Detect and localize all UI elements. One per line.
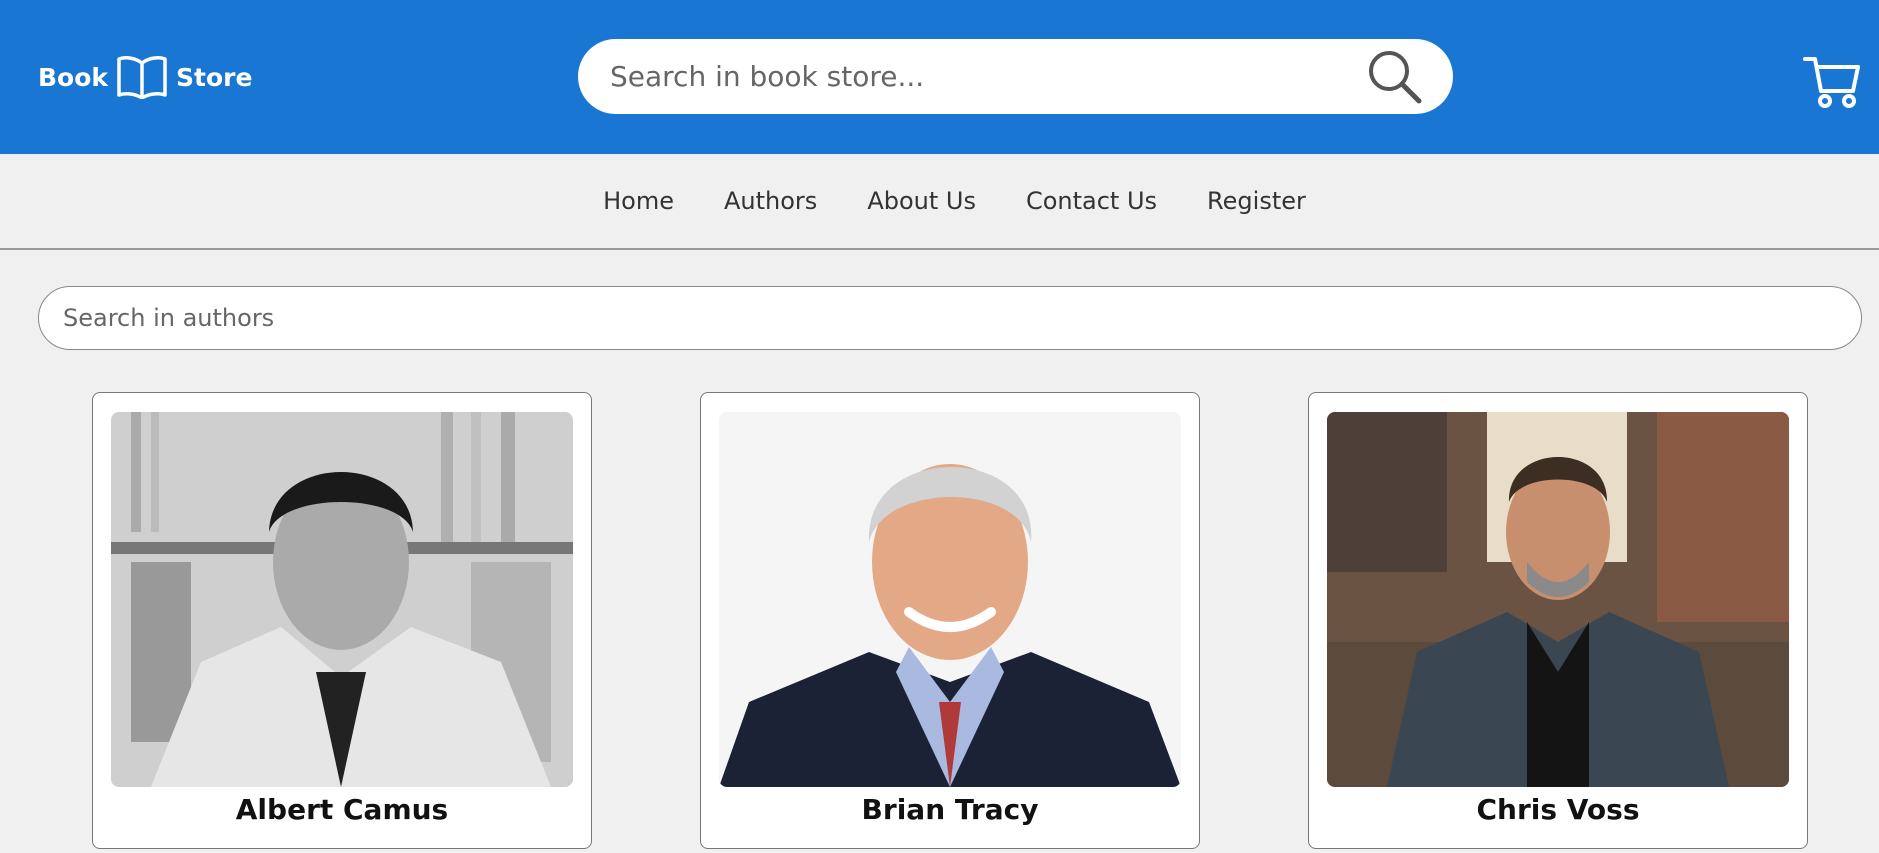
search-icon <box>1369 51 1422 104</box>
nav-item-about-us[interactable]: About Us <box>867 187 976 215</box>
author-name: Albert Camus <box>235 793 449 826</box>
shopping-cart-icon <box>1803 57 1860 108</box>
author-card[interactable]: Albert Camus <box>92 392 592 849</box>
author-name: Chris Voss <box>1476 793 1640 826</box>
site-header: Book Store <box>0 0 1879 154</box>
author-card[interactable]: Chris Voss <box>1308 392 1808 849</box>
authors-search-input[interactable] <box>63 287 1833 349</box>
logo-text-left: Book <box>38 62 109 92</box>
cart-button[interactable] <box>1803 53 1861 109</box>
store-search-input[interactable] <box>610 39 1350 114</box>
store-search-bar <box>578 39 1453 114</box>
main-nav: Home Authors About Us Contact Us Registe… <box>0 154 1879 250</box>
author-name: Brian Tracy <box>861 793 1039 826</box>
nav-item-authors[interactable]: Authors <box>724 187 817 215</box>
author-card[interactable]: Brian Tracy <box>700 392 1200 849</box>
authors-search-bar <box>38 286 1862 350</box>
nav-item-home[interactable]: Home <box>603 187 674 215</box>
author-photo <box>1327 412 1789 787</box>
author-photo <box>111 412 573 787</box>
author-photo <box>719 412 1181 787</box>
site-logo[interactable]: Book Store <box>38 54 252 100</box>
logo-text-right: Store <box>176 62 253 92</box>
nav-item-contact-us[interactable]: Contact Us <box>1026 187 1157 215</box>
open-book-icon <box>117 56 167 99</box>
nav-item-register[interactable]: Register <box>1207 187 1306 215</box>
search-button[interactable] <box>1367 49 1423 105</box>
